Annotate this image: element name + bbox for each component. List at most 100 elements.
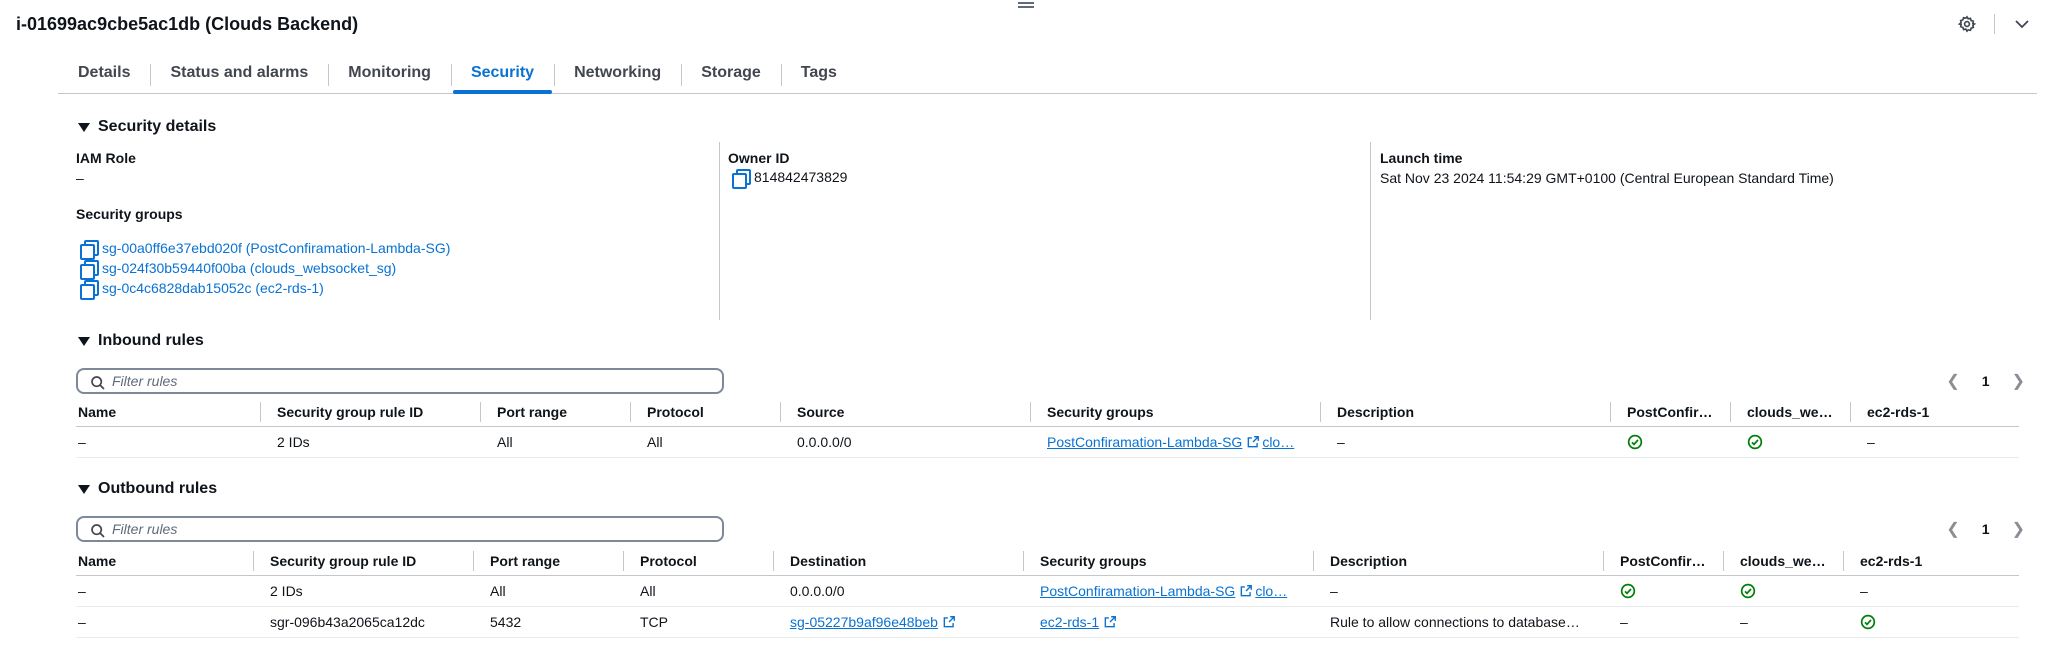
external-link-icon[interactable] <box>1103 615 1117 629</box>
col-name[interactable]: Name <box>78 545 116 575</box>
col-name[interactable]: Name <box>78 396 116 426</box>
filter-rules-input[interactable] <box>112 373 722 389</box>
cell-name: – <box>78 583 86 599</box>
column-resizer[interactable] <box>1723 551 1724 571</box>
security-details-toggle[interactable]: Security details <box>78 118 216 136</box>
external-link-icon[interactable] <box>1246 435 1260 449</box>
destination-link[interactable]: sg-05227b9af96e48beb <box>790 614 938 630</box>
column-resizer[interactable] <box>1030 402 1031 422</box>
col-rule-id[interactable]: Security group rule ID <box>270 545 416 575</box>
section-heading: Security details <box>98 118 217 135</box>
cell-protocol: All <box>640 583 656 599</box>
security-group-link[interactable]: sg-0c4c6828dab15052c (ec2-rds-1) <box>102 280 324 296</box>
page-number[interactable]: 1 <box>1982 521 1990 537</box>
divider <box>1994 14 1995 34</box>
column-resizer[interactable] <box>630 402 631 422</box>
col-clouds-we[interactable]: clouds_we… <box>1747 396 1837 426</box>
cell-protocol: TCP <box>640 614 668 630</box>
security-group-link[interactable]: sg-00a0ff6e37ebd020f (PostConfiramation-… <box>102 240 450 256</box>
cell-security-groups: PostConfiramation-Lambda-SG clo… <box>1040 576 1306 606</box>
tab-details[interactable]: Details <box>58 58 150 92</box>
col-port-range[interactable]: Port range <box>497 396 567 426</box>
chevron-left-icon[interactable]: ❮ <box>1946 519 1959 539</box>
filter-rules-input[interactable] <box>112 521 722 537</box>
col-source[interactable]: Source <box>797 396 844 426</box>
column-resizer[interactable] <box>1320 402 1321 422</box>
cell-destination: sg-05227b9af96e48beb <box>790 607 956 637</box>
tab-status-and-alarms[interactable]: Status and alarms <box>150 58 328 92</box>
security-group-link[interactable]: PostConfiramation-Lambda-SG <box>1040 583 1235 599</box>
col-clouds-we[interactable]: clouds_we… <box>1740 545 1830 575</box>
external-link-icon[interactable] <box>942 615 956 629</box>
col-security-groups[interactable]: Security groups <box>1047 396 1154 426</box>
tab-monitoring[interactable]: Monitoring <box>328 58 451 92</box>
col-destination[interactable]: Destination <box>790 545 866 575</box>
column-resizer[interactable] <box>1730 402 1731 422</box>
external-link-icon[interactable] <box>1239 584 1253 598</box>
gear-icon[interactable] <box>1958 15 1976 33</box>
copy-icon[interactable] <box>732 169 751 189</box>
owner-id-row: 814842473829 <box>732 169 847 189</box>
tab-security[interactable]: Security <box>450 58 554 94</box>
security-group-link-more[interactable]: clo… <box>1255 583 1287 599</box>
col-port-range[interactable]: Port range <box>490 545 560 575</box>
column-resizer[interactable] <box>1843 551 1844 571</box>
col-postconfir[interactable]: PostConfir… <box>1620 545 1710 575</box>
chevron-right-icon[interactable]: ❯ <box>2012 371 2025 391</box>
table-row: – 2 IDs All All 0.0.0.0/0 PostConfiramat… <box>76 576 2019 607</box>
column-resizer[interactable] <box>773 551 774 571</box>
caret-down-icon <box>78 336 90 346</box>
outbound-pagination: ❮ 1 ❯ <box>1946 519 2025 539</box>
col-ec2-rds-1[interactable]: ec2-rds-1 <box>1860 545 1922 575</box>
column-resizer[interactable] <box>1313 551 1314 571</box>
tab-storage[interactable]: Storage <box>681 58 781 92</box>
outbound-rules-table: Name Security group rule ID Port range P… <box>76 545 2019 638</box>
tab-networking[interactable]: Networking <box>554 58 681 92</box>
col-protocol[interactable]: Protocol <box>640 545 697 575</box>
chevron-right-icon[interactable]: ❯ <box>2012 519 2025 539</box>
cell-source: 0.0.0.0/0 <box>797 434 852 450</box>
col-description[interactable]: Description <box>1330 545 1407 575</box>
column-resizer[interactable] <box>1023 551 1024 571</box>
cell-port-range: All <box>490 583 506 599</box>
cell-destination: 0.0.0.0/0 <box>790 583 845 599</box>
col-postconfir[interactable]: PostConfir… <box>1627 396 1717 426</box>
column-resizer[interactable] <box>1610 402 1611 422</box>
col-rule-id[interactable]: Security group rule ID <box>277 396 423 426</box>
page-number[interactable]: 1 <box>1982 373 1990 389</box>
column-resizer[interactable] <box>1850 402 1851 422</box>
instance-title: i-01699ac9cbe5ac1db (Clouds Backend) <box>16 14 359 34</box>
copy-icon[interactable] <box>80 240 99 260</box>
column-resizer[interactable] <box>623 551 624 571</box>
column-resizer[interactable] <box>473 551 474 571</box>
security-group-link[interactable]: ec2-rds-1 <box>1040 614 1099 630</box>
iam-role-value: – <box>76 170 84 186</box>
panel-resize-handle[interactable] <box>1018 0 1034 10</box>
security-group-link[interactable]: PostConfiramation-Lambda-SG <box>1047 434 1242 450</box>
column-resizer[interactable] <box>1603 551 1604 571</box>
chevron-left-icon[interactable]: ❮ <box>1946 371 1959 391</box>
top-actions <box>1958 14 2031 34</box>
col-protocol[interactable]: Protocol <box>647 396 704 426</box>
inbound-rules-toggle[interactable]: Inbound rules <box>78 332 204 350</box>
security-group-link[interactable]: sg-024f30b59440f00ba (clouds_websocket_s… <box>102 260 396 276</box>
security-group-link-more[interactable]: clo… <box>1262 434 1294 450</box>
column-resizer[interactable] <box>253 551 254 571</box>
column-resizer[interactable] <box>260 402 261 422</box>
column-resizer[interactable] <box>780 402 781 422</box>
chevron-down-icon[interactable] <box>2013 15 2031 33</box>
copy-icon[interactable] <box>80 260 99 280</box>
cell-description: – <box>1330 583 1338 599</box>
cell-ec2-rds-1: – <box>1860 583 1868 599</box>
cell-security-groups: ec2-rds-1 <box>1040 607 1117 637</box>
outbound-rules-toggle[interactable]: Outbound rules <box>78 480 217 498</box>
security-group-item: sg-00a0ff6e37ebd020f (PostConfiramation-… <box>80 240 450 260</box>
col-ec2-rds-1[interactable]: ec2-rds-1 <box>1867 396 1929 426</box>
column-resizer[interactable] <box>480 402 481 422</box>
col-security-groups[interactable]: Security groups <box>1040 545 1147 575</box>
cell-protocol: All <box>647 434 663 450</box>
tab-tags[interactable]: Tags <box>780 58 857 92</box>
copy-icon[interactable] <box>80 280 99 300</box>
col-description[interactable]: Description <box>1337 396 1414 426</box>
cell-port-range: All <box>497 434 513 450</box>
